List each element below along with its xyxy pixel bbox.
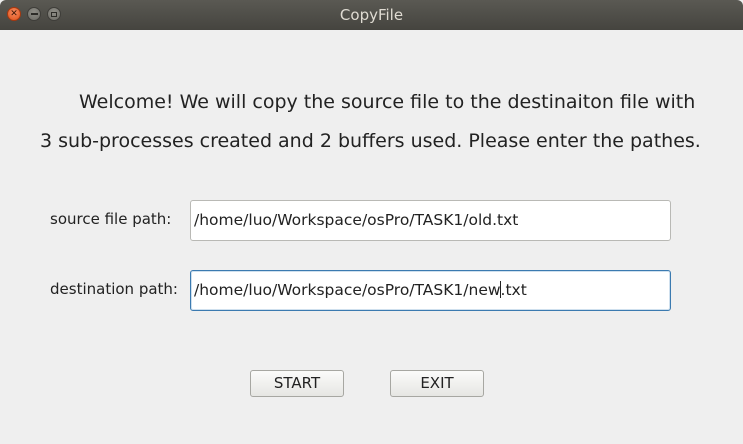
source-path-input[interactable]: /home/luo/Workspace/osPro/TASK1/old.txt (190, 200, 671, 241)
window-title: CopyFile (339, 6, 404, 24)
copyfile-window: ✕ CopyFile Welcome! We will copy the sou… (0, 0, 743, 444)
destination-path-value-end: .txt (500, 281, 527, 299)
exit-button[interactable]: EXIT (390, 370, 484, 397)
source-path-label: source file path: (50, 210, 172, 228)
welcome-text-line2: 3 sub-processes created and 2 buffers us… (40, 130, 701, 152)
destination-path-value-start: /home/luo/Workspace/osPro/TASK1/new (194, 281, 501, 299)
start-button[interactable]: START (250, 370, 344, 397)
welcome-text-line1: Welcome! We will copy the source file to… (79, 91, 696, 113)
title-bar[interactable]: ✕ CopyFile (0, 0, 743, 30)
destination-path-label: destination path: (50, 280, 178, 298)
source-path-value: /home/luo/Workspace/osPro/TASK1/old.txt (194, 211, 519, 229)
destination-path-input[interactable]: /home/luo/Workspace/osPro/TASK1/new.txt (190, 270, 671, 311)
